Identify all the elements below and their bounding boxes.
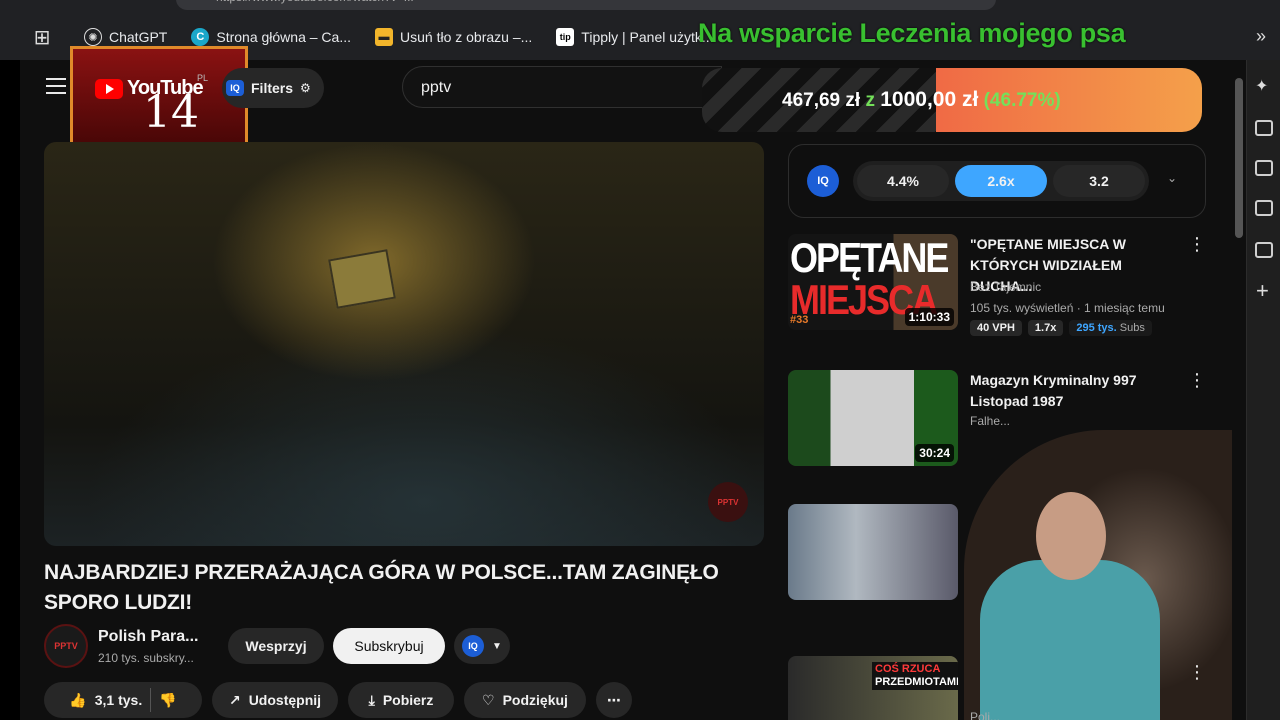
subs-stat: 295 tys. Subs	[1069, 320, 1152, 336]
overlay-number: 14	[143, 87, 199, 138]
video-player[interactable]: PPTV	[44, 142, 764, 546]
bookmarks-more-icon[interactable]: »	[1256, 26, 1266, 47]
speed-option[interactable]: 4.4%	[857, 165, 949, 197]
tipply-icon: tip	[556, 28, 575, 46]
recommendation-meta: 105 tys. wyświetleń · 1 miesiąc temu	[970, 301, 1165, 315]
youtube-play-icon	[95, 78, 123, 99]
bookmark-removebg[interactable]: ▬ Usuń tło z obrazu –...	[375, 28, 532, 46]
bookmark-label: Tipply | Panel użytk...	[581, 29, 714, 45]
bookmark-label: ChatGPT	[109, 29, 168, 45]
download-button[interactable]: ⤓ Pobierz	[348, 682, 454, 718]
support-button[interactable]: Wesprzyj	[228, 628, 324, 664]
donation-goal-text: 467,69 zł z 1000,00 zł (46.77%)	[782, 88, 1061, 112]
chevron-down-icon[interactable]: ⌄	[1167, 171, 1177, 185]
multiplier-stat: 1.7x	[1027, 320, 1064, 336]
like-button[interactable]: 👍 3,1 tys.	[69, 692, 142, 709]
region-label: PL	[197, 73, 209, 83]
support-text-overlay: Na wsparcie Leczenia mojego psa	[698, 18, 1126, 48]
recommendation-channel: Poli...	[970, 710, 1001, 720]
video-duration: 30:24	[915, 444, 954, 462]
dislike-button[interactable]: 👎	[159, 692, 176, 709]
video-title: NAJBARDZIEJ PRZERAŻAJĄCA GÓRA W POLSCE..…	[44, 561, 719, 614]
chevron-down-icon: ▼	[492, 640, 502, 652]
sparkle-icon[interactable]: ✦	[1255, 76, 1273, 95]
bookmark-panel-icon[interactable]	[1255, 200, 1273, 216]
video-duration: 1:10:33	[904, 308, 954, 326]
video-frame-object	[328, 249, 396, 309]
more-actions-button[interactable]: ⋯	[596, 682, 632, 718]
removebg-icon: ▬	[375, 28, 393, 46]
iq-dropdown-button[interactable]: IQ ▼	[454, 628, 510, 664]
bookmark-chatgpt[interactable]: ✺ ChatGPT	[84, 28, 167, 46]
url-field[interactable]: https://www.youtube.com/watch?v=...	[176, 0, 996, 10]
video-thumbnail[interactable]	[788, 504, 958, 600]
wallet-icon[interactable]	[1255, 160, 1273, 176]
thanks-button[interactable]: ♡ Podziękuj	[464, 682, 586, 718]
channel-name[interactable]: Polish Para...	[98, 628, 198, 646]
divider	[150, 688, 152, 712]
bookmark-tipply[interactable]: tip Tipply | Panel użytk...	[556, 28, 714, 46]
reading-list-icon[interactable]	[1255, 242, 1273, 258]
add-icon[interactable]: +	[1256, 278, 1269, 304]
thumbs-down-icon: 👎	[159, 691, 177, 708]
like-dislike-group: 👍 3,1 tys. 👎	[44, 682, 202, 718]
recommendation-channel[interactable]: Falhe...	[970, 414, 1010, 428]
goal-percent: (46.77%)	[983, 90, 1061, 111]
video-thumbnail[interactable]: OPĘTANE MIEJSCA #33 1:10:33	[788, 234, 958, 330]
recommendation-title[interactable]: Magazyn Kryminalny 997 Listopad 1987	[970, 370, 1186, 412]
thumbnail-tag: #33	[790, 314, 809, 326]
iq-icon: IQ	[807, 165, 839, 197]
bookmark-canva[interactable]: C Strona główna – Ca...	[191, 28, 351, 46]
address-bar-row: https://www.youtube.com/watch?v=...	[0, 0, 1280, 14]
download-icon: ⤓	[368, 691, 375, 708]
more-options-icon[interactable]: ⋮	[1188, 234, 1206, 255]
goal-separator: z	[865, 90, 875, 111]
share-icon: ↗	[228, 691, 241, 708]
recommendation-item[interactable]: OPĘTANE MIEJSCA #33 1:10:33 "OPĘTANE MIE…	[788, 234, 1228, 344]
more-options-icon[interactable]: ⋮	[1188, 370, 1206, 391]
vph-stat: 40 VPH	[970, 320, 1022, 336]
thumbs-up-icon: 👍	[69, 691, 87, 708]
page-scrollbar[interactable]	[1232, 60, 1246, 720]
bookmark-label: Strona główna – Ca...	[216, 29, 351, 45]
channel-avatar[interactable]: PPTV	[44, 624, 88, 668]
filters-button[interactable]: IQ Filters ⚙	[222, 68, 324, 108]
iq-icon: IQ	[462, 635, 485, 657]
heart-dollar-icon: ♡	[482, 691, 495, 708]
speed-option-active[interactable]: 2.6x	[955, 165, 1047, 197]
video-thumbnail[interactable]: COŚ RZUCA PRZEDMIOTAMI	[788, 656, 958, 720]
speed-option[interactable]: 3.2	[1053, 165, 1145, 197]
webcam-person-shirt	[980, 560, 1160, 720]
filters-label: Filters	[251, 80, 294, 96]
channel-watermark: PPTV	[708, 482, 748, 522]
video-thumbnail[interactable]: 30:24	[788, 370, 958, 466]
left-edge	[0, 60, 20, 720]
menu-icon[interactable]	[46, 78, 66, 96]
sliders-icon: ⚙	[300, 81, 311, 95]
canva-icon: C	[191, 28, 210, 46]
playback-speed-panel: IQ 4.4% 2.6x 3.2 ⌄	[788, 144, 1206, 218]
video-icon[interactable]	[1255, 120, 1273, 136]
recommendation-channel[interactable]: Bez Tajemnic	[970, 280, 1041, 294]
more-options-icon[interactable]: ⋮	[1188, 662, 1206, 683]
webcam-person-head	[1036, 492, 1106, 580]
donation-goal-bar: 467,69 zł z 1000,00 zł (46.77%)	[702, 68, 1202, 132]
speed-options: 4.4% 2.6x 3.2	[853, 161, 1149, 201]
video-stats: 40 VPH 1.7x 295 tys. Subs	[970, 320, 1152, 336]
bookmark-label: Usuń tło z obrazu –...	[400, 29, 533, 45]
goal-target: 1000,00 zł	[880, 88, 979, 111]
scrollbar-thumb[interactable]	[1235, 78, 1243, 238]
search-input[interactable]: pptv	[402, 66, 722, 108]
share-button[interactable]: ↗ Udostępnij	[212, 682, 338, 718]
goal-current: 467,69 zł	[782, 90, 861, 111]
channel-subscribers: 210 tys. subskry...	[98, 651, 194, 665]
chatgpt-icon: ✺	[84, 28, 102, 46]
browser-side-panel: ✦ +	[1246, 60, 1280, 720]
iq-icon: IQ	[226, 80, 244, 96]
subscribe-button[interactable]: Subskrybuj	[333, 628, 445, 664]
thumbnail-text: COŚ RZUCA PRZEDMIOTAMI	[872, 662, 958, 690]
